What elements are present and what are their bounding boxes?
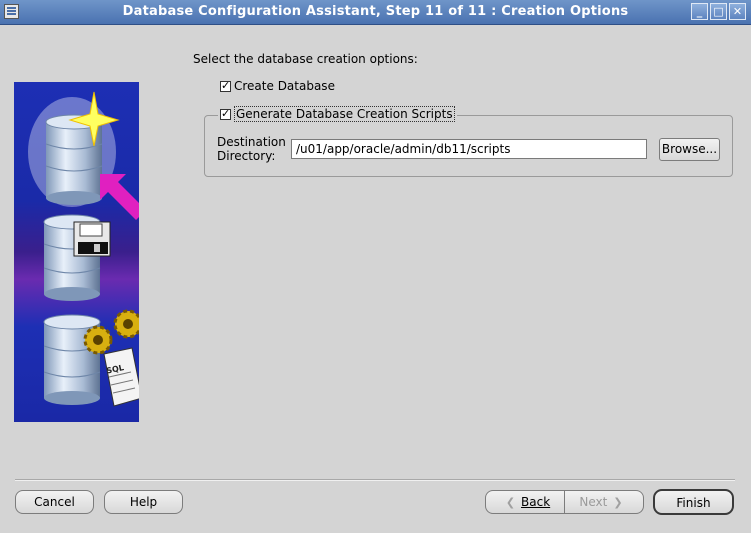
wizard-illustration: SQL xyxy=(14,82,139,422)
destination-label-line1: Destination xyxy=(217,135,286,149)
close-button[interactable]: ✕ xyxy=(729,3,746,20)
maximize-button[interactable]: □ xyxy=(710,3,727,20)
generate-scripts-checkbox[interactable] xyxy=(220,107,231,120)
generate-scripts-option[interactable]: Generate Database Creation Scripts xyxy=(218,106,457,122)
database-illustration-icon: SQL xyxy=(28,91,139,407)
destination-label-line2: Directory: xyxy=(217,149,276,163)
cancel-button[interactable]: Cancel xyxy=(15,490,94,514)
destination-directory-label: Destination Directory: xyxy=(217,135,286,163)
footer-separator xyxy=(15,479,735,481)
database-cylinder-bottom xyxy=(43,314,101,405)
browse-button[interactable]: Browse... xyxy=(659,138,720,161)
create-database-label[interactable]: Create Database xyxy=(234,79,335,93)
next-button[interactable]: Next ❯ xyxy=(565,490,644,514)
create-database-checkbox[interactable] xyxy=(220,79,231,92)
title-bar: Database Configuration Assistant, Step 1… xyxy=(0,0,751,25)
back-label: Back xyxy=(521,495,551,509)
generate-scripts-label[interactable]: Generate Database Creation Scripts xyxy=(234,106,455,122)
options-prompt: Select the database creation options: xyxy=(193,52,418,66)
next-label: Next xyxy=(579,495,608,509)
minimize-button[interactable]: _ xyxy=(691,3,708,20)
create-database-option[interactable]: Create Database xyxy=(220,78,335,94)
next-arrow-icon: ❯ xyxy=(613,496,623,509)
finish-button[interactable]: Finish xyxy=(653,489,734,515)
back-button[interactable]: ❮ Back xyxy=(485,490,565,514)
floppy-disk-icon xyxy=(73,221,111,257)
destination-directory-input[interactable] xyxy=(291,139,647,159)
help-button[interactable]: Help xyxy=(104,490,183,514)
back-arrow-icon: ❮ xyxy=(505,496,516,509)
sql-script-icon: SQL xyxy=(103,347,139,407)
window-title: Database Configuration Assistant, Step 1… xyxy=(122,4,629,19)
